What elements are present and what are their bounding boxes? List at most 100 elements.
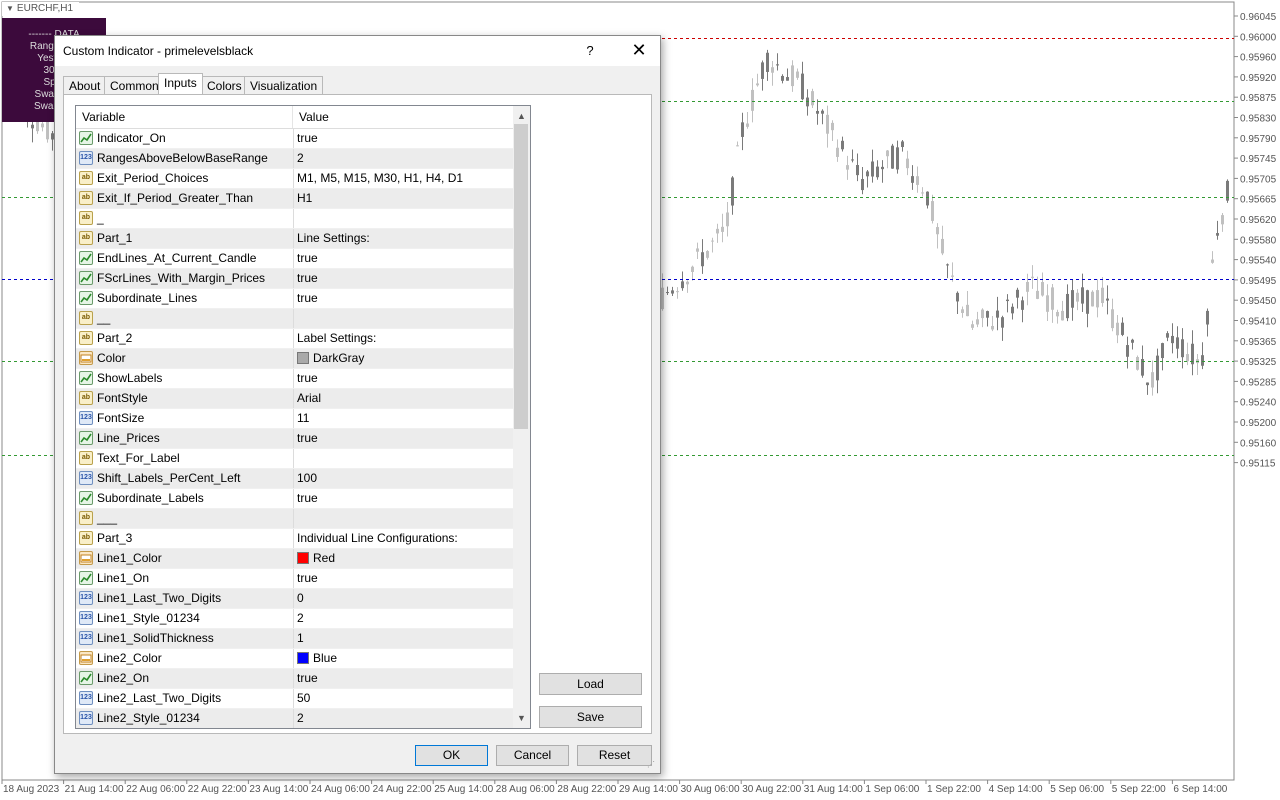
grid-row[interactable]: ab Part_2 Label Settings: — [76, 329, 513, 349]
value-cell[interactable]: true — [294, 269, 513, 288]
value-cell[interactable]: 2 — [294, 149, 513, 168]
grid-row[interactable]: EndLines_At_Current_Candle true — [76, 249, 513, 269]
chart-symbol-tab[interactable]: ▼ EURCHF,H1 — [2, 2, 80, 16]
help-button[interactable]: ? — [575, 36, 605, 66]
grid-row[interactable]: 123 Line1_Last_Two_Digits 0 — [76, 589, 513, 609]
resize-grip-icon[interactable]: ⋰ — [647, 760, 657, 770]
variable-cell: 123 Shift_Labels_PerCent_Left — [76, 469, 294, 488]
scroll-up-icon[interactable]: ▲ — [513, 108, 530, 124]
grid-row[interactable]: 123 FontSize 11 — [76, 409, 513, 429]
value-cell[interactable]: Line Settings: — [294, 229, 513, 248]
value-cell[interactable]: true — [294, 669, 513, 688]
column-header-variable[interactable]: Variable — [76, 106, 293, 128]
variable-cell: ab __ — [76, 309, 294, 328]
load-button[interactable]: Load — [539, 673, 642, 695]
value-cell[interactable]: true — [294, 429, 513, 448]
grid-scrollbar[interactable]: ▲ ▼ — [513, 106, 530, 728]
candle-body — [706, 251, 709, 258]
grid-row[interactable]: Subordinate_Labels true — [76, 489, 513, 509]
value-cell[interactable]: 2 — [294, 609, 513, 628]
value-cell[interactable]: Red — [294, 549, 513, 568]
tab-common[interactable]: Common — [104, 76, 165, 94]
tab-colors[interactable]: Colors — [201, 76, 248, 94]
value-cell[interactable] — [294, 209, 513, 228]
value-text: Red — [313, 551, 336, 565]
grid-row[interactable]: ab Exit_Period_Choices M1, M5, M15, M30, H… — [76, 169, 513, 189]
value-cell[interactable]: Individual Line Configurations: — [294, 529, 513, 548]
column-header-value[interactable]: Value — [293, 106, 513, 128]
value-cell[interactable]: true — [294, 569, 513, 588]
grid-row[interactable]: Color DarkGray — [76, 349, 513, 369]
value-cell[interactable]: true — [294, 129, 513, 148]
grid-row[interactable]: FScrLines_With_Margin_Prices true — [76, 269, 513, 289]
price-label: 0.95450 — [1240, 296, 1277, 307]
grid-row[interactable]: Subordinate_Lines true — [76, 289, 513, 309]
grid-row[interactable]: ab _ — [76, 209, 513, 229]
grid-row[interactable]: Line2_Color Blue — [76, 649, 513, 669]
grid-row[interactable]: Line1_Color Red — [76, 549, 513, 569]
grid-row[interactable]: ab Part_1 Line Settings: — [76, 229, 513, 249]
grid-row[interactable]: 123 Line1_Style_01234 2 — [76, 609, 513, 629]
grid-row[interactable]: ab Text_For_Label — [76, 449, 513, 469]
cancel-button[interactable]: Cancel — [496, 745, 569, 766]
reset-button[interactable]: Reset — [577, 745, 652, 766]
grid-row[interactable]: Indicator_On true — [76, 129, 513, 149]
value-cell[interactable]: true — [294, 249, 513, 268]
value-cell[interactable]: true — [294, 489, 513, 508]
value-cell[interactable]: H1 — [294, 189, 513, 208]
tab-visualization[interactable]: Visualization — [244, 76, 324, 94]
candle-body — [941, 238, 944, 254]
value-cell[interactable]: 100 — [294, 469, 513, 488]
time-label: 4 Sep 14:00 — [989, 784, 1043, 795]
value-cell[interactable]: Label Settings: — [294, 329, 513, 348]
chevron-down-icon: ▼ — [6, 4, 14, 13]
grid-row[interactable]: Line2_On true — [76, 669, 513, 689]
value-cell[interactable]: DarkGray — [294, 349, 513, 368]
grid-row[interactable]: ab FontStyle Arial — [76, 389, 513, 409]
value-cell[interactable]: 2 — [294, 709, 513, 728]
variable-cell: 123 Line1_Last_Two_Digits — [76, 589, 294, 608]
variable-name: Line2_Style_01234 — [97, 711, 200, 725]
grid-row[interactable]: 123 Line2_Style_01234 2 — [76, 709, 513, 728]
tab-about[interactable]: About — [63, 76, 107, 94]
color-swatch — [297, 552, 309, 564]
variable-name: FontSize — [97, 411, 145, 425]
value-cell[interactable] — [294, 449, 513, 468]
scroll-down-icon[interactable]: ▼ — [513, 710, 530, 726]
value-cell[interactable]: Blue — [294, 649, 513, 668]
candle-body — [991, 325, 994, 330]
value-cell[interactable]: Arial — [294, 389, 513, 408]
candle-body — [841, 140, 844, 150]
grid-row[interactable]: ab Exit_If_Period_Greater_Than H1 — [76, 189, 513, 209]
inputs-grid[interactable]: Variable Value Indicator_On true 123 Ranges… — [75, 105, 531, 729]
grid-row[interactable]: 123 Line2_Last_Two_Digits 50 — [76, 689, 513, 709]
value-cell[interactable]: 11 — [294, 409, 513, 428]
grid-row[interactable]: ShowLabels true — [76, 369, 513, 389]
save-button[interactable]: Save — [539, 706, 642, 728]
value-cell[interactable]: 1 — [294, 629, 513, 648]
close-icon[interactable]: ✕ — [619, 36, 659, 66]
value-cell[interactable]: 50 — [294, 689, 513, 708]
variable-name: RangesAboveBelowBaseRange — [97, 151, 268, 165]
tab-inputs[interactable]: Inputs — [158, 73, 203, 94]
grid-row[interactable]: ab ___ — [76, 509, 513, 529]
candle-body — [1176, 337, 1179, 349]
value-cell[interactable]: M1, M5, M15, M30, H1, H4, D1 — [294, 169, 513, 188]
grid-row[interactable]: ab Part_3 Individual Line Configurations: — [76, 529, 513, 549]
value-cell[interactable]: 0 — [294, 589, 513, 608]
scroll-thumb[interactable] — [514, 124, 528, 429]
dialog-titlebar[interactable]: Custom Indicator - primelevelsblack ? ✕ — [55, 36, 660, 66]
grid-row[interactable]: 123 RangesAboveBelowBaseRange 2 — [76, 149, 513, 169]
value-cell[interactable] — [294, 309, 513, 328]
ok-button[interactable]: OK — [415, 745, 488, 766]
value-cell[interactable]: true — [294, 369, 513, 388]
candle-body — [816, 110, 819, 114]
grid-row[interactable]: Line1_On true — [76, 569, 513, 589]
grid-row[interactable]: Line_Prices true — [76, 429, 513, 449]
grid-row[interactable]: ab __ — [76, 309, 513, 329]
value-cell[interactable] — [294, 509, 513, 528]
grid-row[interactable]: 123 Line1_SolidThickness 1 — [76, 629, 513, 649]
value-cell[interactable]: true — [294, 289, 513, 308]
grid-row[interactable]: 123 Shift_Labels_PerCent_Left 100 — [76, 469, 513, 489]
candle-body — [1106, 298, 1109, 301]
